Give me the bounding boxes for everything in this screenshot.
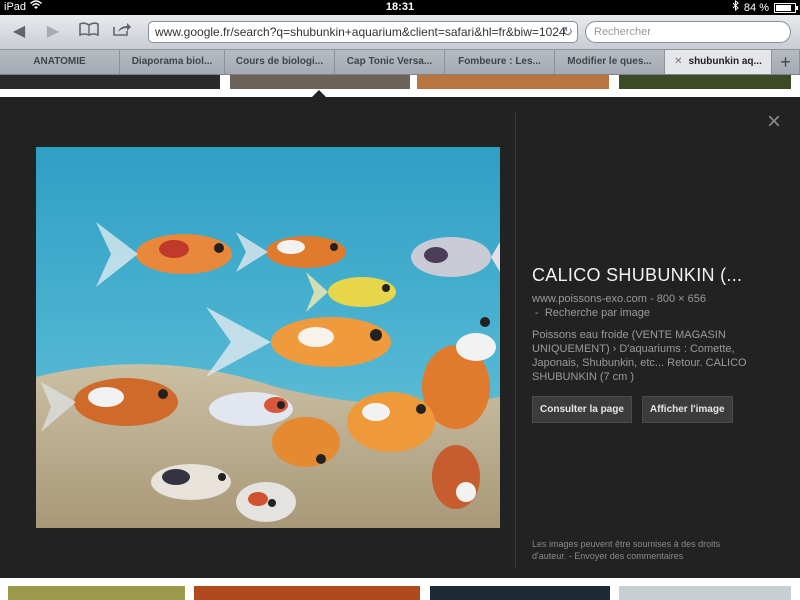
rights-notice: Les images peuvent être soumises à des d… [532, 539, 721, 561]
status-time: 18:31 [385, 1, 415, 13]
view-image-button[interactable]: Afficher l'image [641, 396, 733, 423]
tab-cours[interactable]: Cours de biologi... [225, 50, 335, 74]
result-thumbnail[interactable] [8, 586, 185, 600]
result-thumbnail[interactable] [230, 75, 410, 89]
battery-level [776, 5, 791, 11]
back-arrow-icon[interactable]: ◀ [8, 21, 30, 43]
status-bar: iPad 18:31 84 % [0, 0, 800, 15]
send-feedback-link[interactable]: Envoyer des commentaires [574, 551, 683, 561]
close-icon[interactable]: × [764, 110, 784, 134]
address-bar[interactable]: www.google.fr/search?q=shubunkin+aquariu… [148, 21, 578, 43]
close-tab-icon[interactable]: ✕ [674, 56, 682, 67]
preview-image[interactable] [36, 147, 500, 528]
result-thumbnail[interactable] [194, 586, 420, 600]
result-thumbnail[interactable] [417, 75, 609, 89]
browser-toolbar: ◀ ▶ www.google.fr/search?q=shubunkin+aqu… [0, 15, 800, 50]
result-thumbnail[interactable] [619, 586, 791, 600]
battery-percent: 84 % [743, 1, 769, 14]
search-by-image-link[interactable]: Recherche par image [545, 307, 650, 319]
search-placeholder: Rechercher [594, 26, 651, 38]
tab-modifier[interactable]: Modifier le ques... [555, 50, 665, 74]
reload-icon[interactable]: ↻ [562, 22, 573, 42]
url-text: www.google.fr/search?q=shubunkin+aquariu… [155, 25, 566, 39]
image-title[interactable]: CALICO SHUBUNKIN (... [532, 265, 782, 286]
results-strip-bottom [0, 578, 800, 600]
tab-shubunkin[interactable]: ✕ shubunkin aq... [665, 50, 772, 74]
search-field[interactable]: Rechercher [585, 21, 791, 43]
battery-icon [774, 3, 798, 13]
panel-divider [515, 112, 516, 567]
bluetooth-icon [732, 0, 739, 16]
forward-arrow-icon[interactable]: ▶ [42, 21, 64, 43]
image-info: CALICO SHUBUNKIN (... www.poissons-exo.c… [532, 265, 782, 423]
tab-diaporama[interactable]: Diaporama biol... [120, 50, 225, 74]
image-dimensions: 800 × 656 [656, 293, 706, 305]
result-thumbnail[interactable] [0, 75, 220, 89]
result-thumbnail[interactable] [619, 75, 791, 89]
tab-cap-tonic[interactable]: Cap Tonic Versa... [335, 50, 445, 74]
new-tab-button[interactable]: + [772, 50, 800, 74]
image-meta: www.poissons-exo.com - 800 × 656 - Reche… [532, 293, 706, 319]
tab-anatomie[interactable]: ANATOMIE [0, 50, 120, 74]
result-thumbnail[interactable] [430, 586, 610, 600]
bookmarks-icon[interactable] [78, 21, 100, 43]
tab-fombeure[interactable]: Fombeure : Les... [445, 50, 555, 74]
tab-bar: ANATOMIE Diaporama biol... Cours de biol… [0, 50, 800, 75]
image-description: Poissons eau froide (VENTE MAGASIN UNIQU… [532, 329, 747, 383]
source-domain[interactable]: www.poissons-exo.com [532, 293, 647, 305]
visit-page-button[interactable]: Consulter la page [532, 396, 632, 423]
share-icon[interactable] [111, 21, 133, 43]
